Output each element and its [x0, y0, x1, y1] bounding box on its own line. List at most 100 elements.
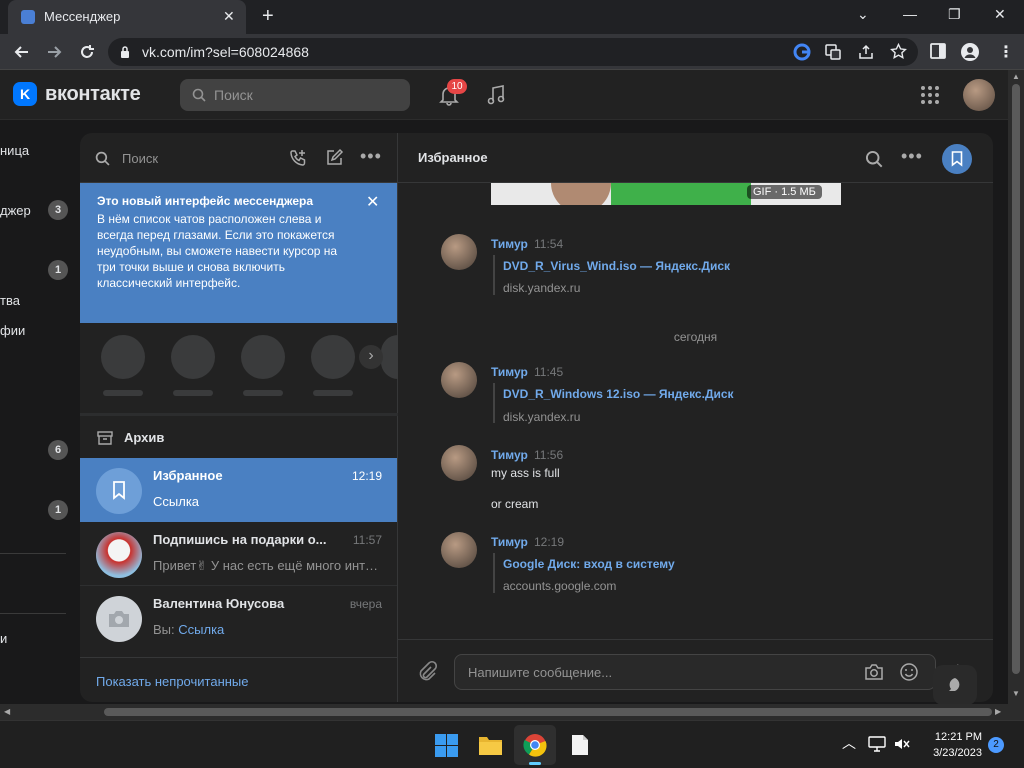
profile-icon[interactable] — [960, 42, 980, 62]
back-icon[interactable] — [12, 42, 32, 62]
volume-muted-icon[interactable] — [894, 737, 910, 751]
tab-search-icon[interactable]: ⌄ — [857, 6, 869, 23]
search-icon[interactable] — [865, 150, 883, 168]
notice-close-icon[interactable]: ✕ — [366, 192, 379, 212]
scroll-left-icon[interactable]: ◀ — [4, 707, 10, 716]
sender-avatar[interactable] — [441, 362, 477, 398]
search-icon — [192, 88, 206, 102]
address-bar[interactable]: vk.com/im?sel=608024868 — [108, 38, 918, 66]
emoji-icon[interactable] — [899, 662, 919, 682]
share-icon[interactable] — [858, 44, 874, 60]
link-title[interactable]: Google Диск: вход в систему — [503, 557, 675, 571]
vk-logo-icon[interactable]: K — [13, 82, 37, 106]
system-clock[interactable]: 12:21 PM 3/23/2023 — [924, 729, 982, 761]
notepad-icon[interactable] — [571, 734, 589, 756]
mini-chat-button[interactable] — [933, 665, 977, 705]
vk-search-input[interactable]: Поиск — [180, 79, 410, 111]
url-text[interactable]: vk.com/im?sel=608024868 — [142, 44, 309, 60]
favorites-bookmark-button[interactable] — [942, 144, 972, 174]
messenger-panel: Поиск ••• Это новый интерфейс мессенджер… — [80, 133, 993, 702]
chat-row-favorites[interactable]: Избранное 12:19 Ссылка — [80, 458, 397, 522]
message-text: my ass is full — [491, 466, 560, 480]
message-input[interactable]: Напишите сообщение... — [454, 654, 936, 690]
camera-icon — [109, 611, 129, 627]
tray-chevron-icon[interactable]: ︿ — [842, 733, 856, 753]
preview-prefix: Вы: — [153, 622, 175, 637]
vertical-scrollbar[interactable]: ▲ ▼ — [1008, 70, 1024, 704]
file-explorer-icon[interactable] — [478, 734, 503, 756]
gif-attachment[interactable]: GIF · 1.5 МБ — [491, 183, 841, 205]
vk-brand-name[interactable]: вконтакте — [45, 83, 141, 106]
link-title[interactable]: DVD_R_Windows 12.iso — Яндекс.Диск — [503, 387, 734, 401]
horizontal-scrollbar[interactable]: ◀ ▶ — [0, 704, 1024, 720]
scrollbar-thumb[interactable] — [104, 708, 992, 716]
forward-icon[interactable] — [44, 42, 64, 62]
left-nav-item-more[interactable]: и — [0, 631, 7, 646]
archive-row[interactable]: Архив — [80, 413, 398, 458]
reload-icon[interactable] — [77, 42, 97, 62]
browser-tab-strip: Мессенджер ✕ + ⌄ — ❐ ✕ — [0, 0, 1024, 34]
call-icon[interactable] — [288, 148, 308, 168]
sender-avatar[interactable] — [441, 532, 477, 568]
new-tab-button[interactable]: + — [262, 6, 274, 26]
story-placeholder — [381, 335, 398, 379]
link-title[interactable]: DVD_R_Virus_Wind.iso — Яндекс.Диск — [503, 259, 730, 273]
bookmark-star-icon[interactable] — [890, 43, 907, 60]
chrome-taskbar-button[interactable] — [514, 725, 556, 765]
sender-avatar[interactable] — [441, 445, 477, 481]
chat-time: 11:57 — [352, 533, 382, 547]
apps-grid-icon[interactable] — [920, 85, 940, 105]
user-avatar[interactable] — [963, 79, 995, 111]
restore-button[interactable]: ❐ — [948, 6, 961, 23]
scroll-right-icon[interactable]: ▶ — [995, 707, 1001, 716]
active-indicator — [529, 762, 541, 765]
compose-icon[interactable] — [324, 148, 344, 168]
nav-divider — [0, 553, 66, 554]
scrollbar-thumb[interactable] — [1012, 84, 1020, 674]
left-nav-item-page[interactable]: ница — [0, 143, 29, 158]
story-label-placeholder — [243, 390, 283, 396]
minimize-button[interactable]: — — [903, 6, 917, 22]
message-time: 11:54 — [534, 237, 564, 251]
chat-search-bar[interactable]: Поиск ••• — [80, 133, 398, 183]
sender-avatar[interactable] — [441, 234, 477, 270]
tab-title: Мессенджер — [44, 9, 121, 24]
camera-icon[interactable] — [864, 663, 884, 681]
left-nav-item-communities[interactable]: тва — [0, 293, 20, 308]
left-nav-item-photos[interactable]: фии — [0, 323, 25, 338]
network-icon[interactable] — [868, 736, 886, 752]
chat-time: 12:19 — [351, 469, 382, 483]
more-options-icon[interactable]: ••• — [360, 146, 382, 167]
google-icon[interactable] — [793, 43, 811, 61]
browser-tab[interactable]: Мессенджер ✕ — [8, 0, 246, 34]
preview-link: Ссылка — [178, 622, 225, 637]
chat-row[interactable]: Подпишись на подарки о... 11:57 Привет✌ … — [80, 522, 397, 586]
message-text: or cream — [491, 497, 539, 511]
show-unread-button[interactable]: Показать непрочитанные — [80, 657, 398, 702]
attach-icon[interactable] — [416, 660, 438, 682]
tab-close-icon[interactable]: ✕ — [223, 8, 235, 25]
translate-icon[interactable] — [825, 44, 841, 60]
scroll-down-icon[interactable]: ▼ — [1012, 689, 1020, 698]
message-author[interactable]: Тимур — [491, 365, 528, 379]
chat-list: Поиск ••• Это новый интерфейс мессенджер… — [80, 133, 398, 702]
window-close-button[interactable]: ✕ — [994, 6, 1006, 23]
message-author[interactable]: Тимур — [491, 448, 528, 462]
more-options-icon[interactable]: ••• — [901, 146, 923, 167]
chat-avatar — [96, 468, 142, 514]
message-author[interactable]: Тимур — [491, 237, 528, 251]
chrome-menu-icon[interactable]: ⋮ — [998, 42, 1014, 62]
stories-next-icon[interactable]: › — [359, 345, 383, 369]
browser-toolbar: vk.com/im?sel=608024868 ⋮ — [0, 34, 1024, 70]
bookmark-icon — [951, 151, 963, 167]
bookmark-icon — [113, 481, 125, 500]
message-author[interactable]: Тимур — [491, 535, 528, 549]
lock-icon[interactable] — [120, 46, 130, 58]
left-nav-item-messenger[interactable]: джер — [0, 203, 31, 218]
notification-badge[interactable]: 2 — [988, 737, 1004, 753]
side-panel-icon[interactable] — [929, 42, 947, 60]
windows-start-icon[interactable] — [435, 734, 458, 757]
chat-row[interactable]: Валентина Юнусова вчера Вы: Ссылка — [80, 586, 397, 650]
scroll-up-icon[interactable]: ▲ — [1012, 72, 1020, 81]
music-icon[interactable] — [486, 84, 506, 106]
